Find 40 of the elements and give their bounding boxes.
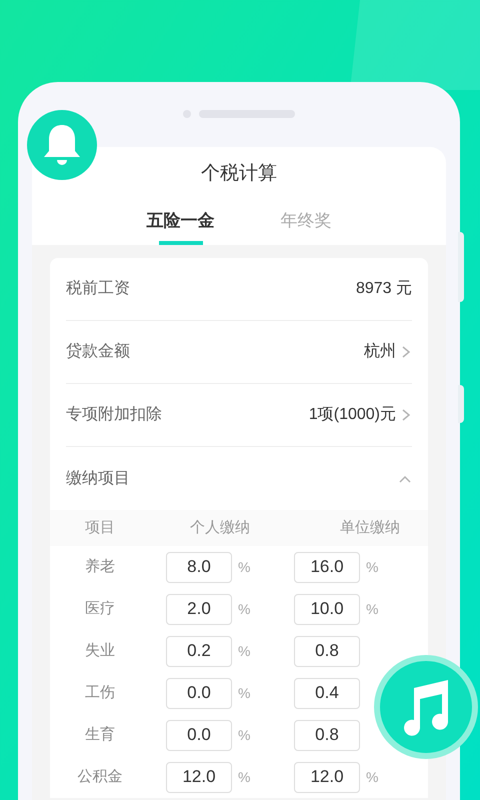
field-label: 税前工资 [66, 278, 130, 299]
rate-input[interactable]: 0.8 [294, 636, 360, 666]
rate-input[interactable]: 8.0 [166, 552, 232, 582]
column-header: 个人缴纳 [189, 518, 251, 538]
bell-icon [42, 123, 82, 167]
field-value[interactable]: 8973 元 [356, 277, 412, 301]
percent-sign: % [366, 558, 378, 576]
rate-input[interactable]: 10.0 [294, 594, 360, 624]
percent-sign: % [238, 684, 250, 702]
rate-input[interactable]: 0.8 [294, 720, 360, 750]
section-header[interactable]: 缴纳项目 [66, 447, 412, 510]
rate-input[interactable]: 12.0 [166, 762, 232, 792]
percent-sign: % [238, 600, 250, 618]
percent-sign: % [238, 558, 250, 576]
rate-input[interactable]: 0.4 [294, 678, 360, 708]
field-label: 贷款金额 [66, 342, 130, 362]
column-header: 项目 [84, 518, 116, 538]
percent-sign: % [238, 726, 250, 744]
rate-input[interactable]: 12.0 [294, 762, 360, 792]
tab[interactable]: 五险一金 [146, 209, 214, 245]
field-label: 专项附加扣除 [66, 404, 162, 425]
row-label: 公积金 [76, 766, 124, 787]
percent-sign: % [366, 600, 378, 618]
percent-sign: % [238, 768, 250, 786]
row-label: 养老 [84, 556, 116, 577]
row-label: 失业 [84, 640, 116, 661]
column-header: 单位缴纳 [339, 518, 401, 538]
field-value[interactable]: 1项(1000)元 [308, 403, 412, 427]
percent-sign: % [238, 642, 250, 660]
rate-input[interactable]: 16.0 [294, 552, 360, 582]
rate-input[interactable]: 0.0 [166, 720, 232, 750]
field-value[interactable]: 杭州 [364, 340, 412, 364]
rate-input[interactable]: 0.0 [166, 678, 232, 708]
row-label: 生育 [84, 724, 116, 745]
rate-input[interactable]: 0.2 [166, 636, 232, 666]
percent-sign: % [366, 768, 378, 786]
rate-input[interactable]: 2.0 [166, 594, 232, 624]
row-label: 工伤 [84, 682, 116, 703]
row-label: 医疗 [84, 598, 116, 619]
page-title: 个税计算 [200, 162, 278, 186]
